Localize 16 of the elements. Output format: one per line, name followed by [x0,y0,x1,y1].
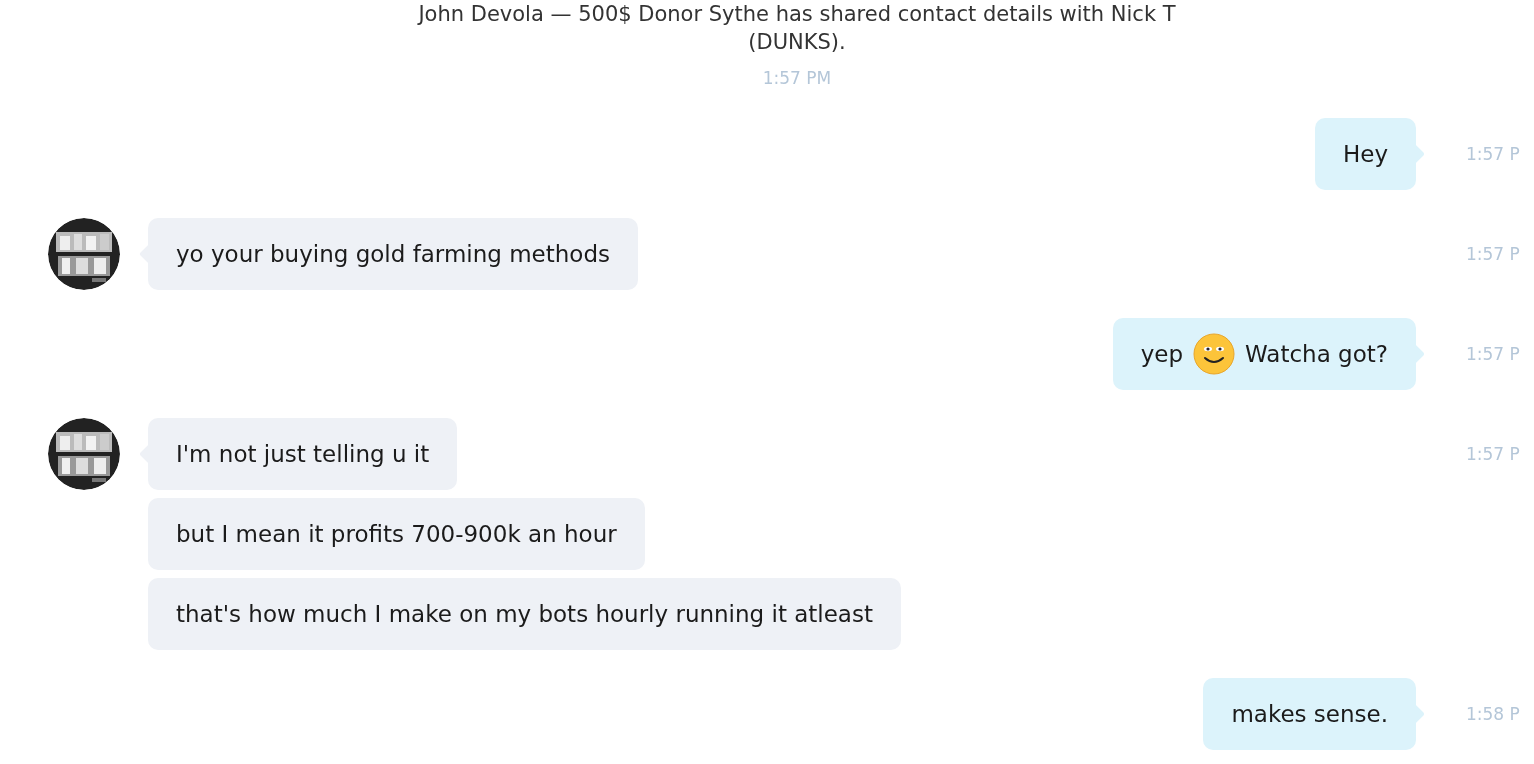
timestamp: 1:57 P [1466,143,1521,166]
timestamp: 1:57 P [1466,443,1521,466]
timestamp: 1:57 PM [762,68,832,88]
system-message: John Devola — 500$ Donor Sythe has shared contact details with Nick T (DUNKS). [416,1,1177,56]
message-text: but I mean it profits 700-900k an hour [176,521,617,547]
smiley-icon [1193,333,1236,375]
timestamp: 1:57 P [1466,243,1521,266]
message-text: that's how much I make on my bots hourly running it atleast [176,601,873,627]
message-text: I'm not just telling u it [176,441,430,467]
message-text: Hey [1342,141,1388,167]
message-text: Watcha got? [1245,341,1388,367]
timestamp: 1:58 P [1466,703,1521,726]
message-text: makes sense. [1231,701,1388,727]
timestamp: 1:57 P [1466,343,1521,366]
message-text: yo your buying gold farming methods [176,241,610,267]
message-text: yep [1140,341,1184,367]
